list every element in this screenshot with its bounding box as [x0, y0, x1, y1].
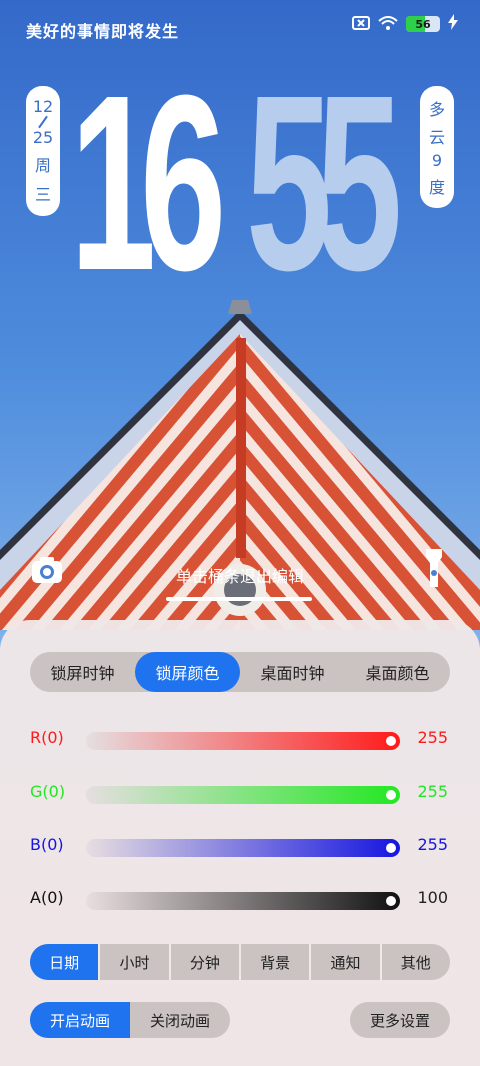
battery-icon: 56: [406, 16, 440, 32]
clock-minutes[interactable]: 55: [246, 58, 402, 308]
segment-5[interactable]: 其他: [379, 944, 450, 980]
more-settings-button[interactable]: 更多设置: [350, 1002, 450, 1038]
slider-knob[interactable]: [386, 736, 396, 746]
segment-4[interactable]: 通知: [309, 944, 379, 980]
tab-0[interactable]: 锁屏时钟: [30, 652, 135, 692]
weekday-b: 三: [34, 185, 51, 205]
date-pill[interactable]: 12 25 周 三: [26, 86, 60, 216]
slider-row: A(0) 100: [30, 884, 450, 914]
edit-bar: 单击桶条退出编辑: [0, 549, 480, 605]
color-slider[interactable]: [86, 732, 400, 750]
slider-knob[interactable]: [386, 790, 396, 800]
mode-tabs: 锁屏时钟 锁屏颜色 桌面时钟 桌面颜色: [30, 652, 450, 692]
date-month: 12: [32, 96, 54, 116]
slider-value: 255: [417, 782, 448, 801]
slider-value: 255: [417, 835, 448, 854]
animation-off-button[interactable]: 关闭动画: [130, 1002, 230, 1038]
tab-2[interactable]: 桌面时钟: [240, 652, 345, 692]
segment-2[interactable]: 分钟: [168, 944, 239, 980]
edit-hint[interactable]: 单击桶条退出编辑: [0, 563, 480, 587]
weather-pill[interactable]: 多 云 9 度: [420, 86, 454, 208]
temp-b: 度: [428, 178, 445, 198]
slider-value: 100: [417, 888, 448, 907]
date-slash: [38, 115, 48, 129]
status-motto: 美好的事情即将发生: [26, 22, 180, 41]
slider-label: A(0): [30, 888, 64, 907]
animation-toggle: 开启动画 关闭动画: [30, 1002, 230, 1038]
flashlight-icon[interactable]: [424, 547, 444, 589]
settings-panel: 锁屏时钟 锁屏颜色 桌面时钟 桌面颜色 R(0) 255 G(0) 255 B(0) 255 A(…: [0, 620, 480, 1066]
date-day: 25: [32, 127, 54, 147]
battery-level: 56: [415, 17, 431, 31]
charging-icon: [448, 14, 458, 34]
weather-b: 云: [428, 127, 445, 147]
segment-1[interactable]: 小时: [98, 944, 168, 980]
slider-row: R(0) 255: [30, 724, 450, 754]
slider-label: B(0): [30, 835, 64, 854]
color-slider[interactable]: [86, 892, 400, 910]
color-slider[interactable]: [86, 786, 400, 804]
clock-hours[interactable]: 16: [70, 58, 226, 308]
temp-a: 9: [431, 151, 443, 171]
slider-label: G(0): [30, 782, 66, 801]
slider-knob[interactable]: [386, 843, 396, 853]
slider-knob[interactable]: [386, 896, 396, 906]
animation-on-button[interactable]: 开启动画: [30, 1002, 130, 1038]
wifi-icon: [378, 15, 398, 34]
target-segments: 日期 小时 分钟 背景 通知 其他: [30, 944, 450, 980]
slider-row: G(0) 255: [30, 778, 450, 808]
slider-value: 255: [417, 728, 448, 747]
tab-1[interactable]: 锁屏颜色: [135, 652, 240, 692]
color-slider[interactable]: [86, 839, 400, 857]
edit-handle[interactable]: [166, 597, 312, 601]
segment-0[interactable]: 日期: [30, 944, 99, 980]
segment-3[interactable]: 背景: [238, 944, 309, 980]
weekday-a: 周: [34, 156, 51, 176]
tab-3[interactable]: 桌面颜色: [345, 652, 450, 692]
sim-off-icon: [352, 15, 370, 34]
slider-row: B(0) 255: [30, 831, 450, 861]
slider-label: R(0): [30, 728, 64, 747]
weather-a: 多: [428, 99, 445, 119]
